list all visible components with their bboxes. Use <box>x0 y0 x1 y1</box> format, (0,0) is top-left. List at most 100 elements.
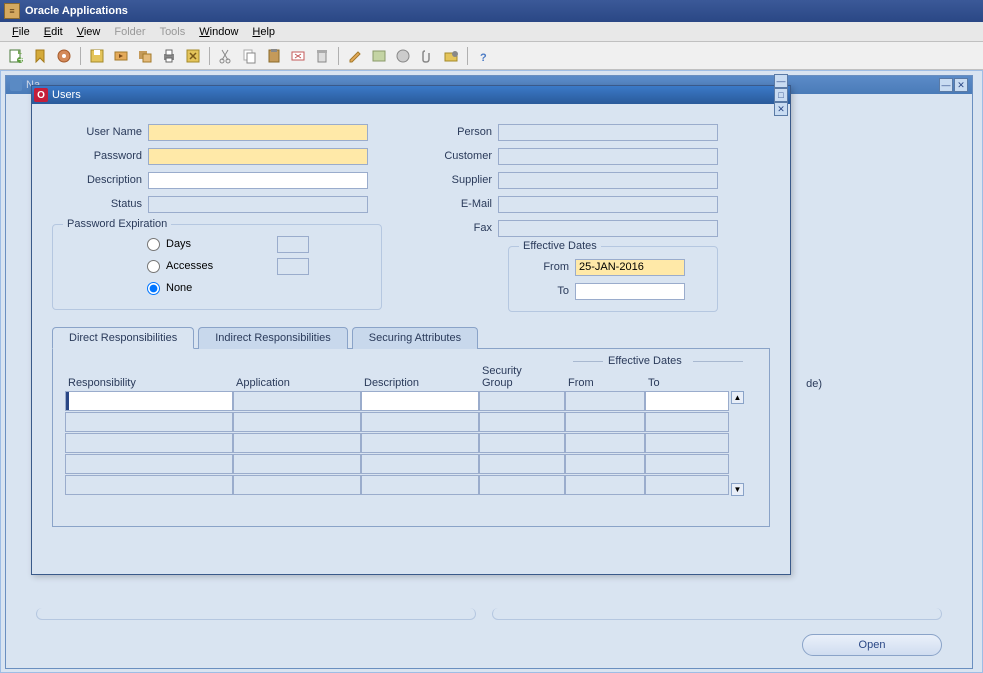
folder-tools-icon[interactable] <box>441 46 461 66</box>
paste-icon[interactable] <box>264 46 284 66</box>
from-cell[interactable] <box>565 433 645 453</box>
from-field[interactable] <box>575 259 685 276</box>
description-cell[interactable] <box>361 391 479 411</box>
switch-resp-icon[interactable] <box>135 46 155 66</box>
password-expiration-group: Password Expiration Days Accesses <box>52 224 382 310</box>
menu-edit[interactable]: Edit <box>38 24 69 40</box>
translations-icon[interactable] <box>393 46 413 66</box>
col-to-header: To <box>645 359 729 391</box>
to-cell[interactable] <box>645 433 729 453</box>
application-cell[interactable] <box>233 433 361 453</box>
delete-icon[interactable] <box>312 46 332 66</box>
from-cell[interactable] <box>565 391 645 411</box>
menu-window[interactable]: Window <box>193 24 244 40</box>
responsibility-cell[interactable] <box>65 454 233 474</box>
users-minimize-button[interactable]: — <box>774 74 788 88</box>
menu-help[interactable]: Help <box>246 24 281 40</box>
days-radio[interactable] <box>147 238 160 251</box>
to-cell[interactable] <box>645 412 729 432</box>
password-expiration-legend: Password Expiration <box>63 218 171 230</box>
next-step-icon[interactable] <box>111 46 131 66</box>
users-maximize-button[interactable]: □ <box>774 88 788 102</box>
status-field <box>148 196 368 213</box>
menu-tools: Tools <box>154 24 192 40</box>
from-cell[interactable] <box>565 454 645 474</box>
users-titlebar[interactable]: O Users — □ ✕ <box>32 86 790 104</box>
save-icon[interactable] <box>87 46 107 66</box>
application-cell[interactable] <box>233 412 361 432</box>
to-label: To <box>519 285 569 297</box>
application-cell[interactable] <box>233 475 361 495</box>
description-cell[interactable] <box>361 454 479 474</box>
oracle-icon: O <box>34 88 48 102</box>
attachments-icon[interactable] <box>417 46 437 66</box>
supplier-field[interactable] <box>498 172 718 189</box>
responsibility-cell[interactable] <box>65 433 233 453</box>
description-field[interactable] <box>148 172 368 189</box>
user-name-field[interactable] <box>148 124 368 141</box>
security-group-cell[interactable] <box>479 433 565 453</box>
to-field[interactable] <box>575 283 685 300</box>
application-cell[interactable] <box>233 391 361 411</box>
none-label: None <box>166 282 192 294</box>
from-cell[interactable] <box>565 475 645 495</box>
copy-icon[interactable] <box>240 46 260 66</box>
security-group-cell[interactable] <box>479 475 565 495</box>
tab-securing-attributes[interactable]: Securing Attributes <box>352 327 478 349</box>
tab-direct-responsibilities[interactable]: Direct Responsibilities <box>52 327 194 349</box>
effective-dates-group: Effective Dates From To <box>508 246 718 312</box>
user-name-label: User Name <box>52 126 142 138</box>
email-label: E-Mail <box>422 198 492 210</box>
password-field[interactable] <box>148 148 368 165</box>
days-value-field[interactable] <box>277 236 309 253</box>
person-field[interactable] <box>498 124 718 141</box>
col-responsibility-header: Responsibility <box>65 359 233 391</box>
print-icon[interactable] <box>159 46 179 66</box>
effective-dates-legend: Effective Dates <box>519 240 601 252</box>
security-group-cell[interactable] <box>479 412 565 432</box>
clear-record-icon[interactable] <box>288 46 308 66</box>
password-label: Password <box>52 150 142 162</box>
tab-indirect-responsibilities[interactable]: Indirect Responsibilities <box>198 327 348 349</box>
to-cell[interactable] <box>645 475 729 495</box>
users-close-button[interactable]: ✕ <box>774 102 788 116</box>
help-icon[interactable]: ? <box>474 46 494 66</box>
menu-view[interactable]: View <box>71 24 107 40</box>
security-group-cell[interactable] <box>479 454 565 474</box>
from-label: From <box>519 261 569 273</box>
to-cell[interactable] <box>645 391 729 411</box>
minimize-button[interactable]: — <box>939 78 953 92</box>
new-icon[interactable]: + <box>6 46 26 66</box>
zoom-icon[interactable] <box>369 46 389 66</box>
customer-field[interactable] <box>498 148 718 165</box>
nav-icon[interactable] <box>54 46 74 66</box>
none-radio[interactable] <box>147 282 160 295</box>
scroll-down-button[interactable]: ▼ <box>731 483 744 496</box>
email-field[interactable] <box>498 196 718 213</box>
col-application-header: Application <box>233 359 361 391</box>
close-form-icon[interactable] <box>183 46 203 66</box>
responsibility-cell[interactable] <box>65 475 233 495</box>
cut-icon[interactable] <box>216 46 236 66</box>
find-icon[interactable] <box>30 46 50 66</box>
description-cell[interactable] <box>361 412 479 432</box>
java-icon: ≡ <box>4 3 20 19</box>
accesses-value-field[interactable] <box>277 258 309 275</box>
menu-file[interactable]: File <box>6 24 36 40</box>
accesses-radio[interactable] <box>147 260 160 273</box>
menu-folder: Folder <box>108 24 151 40</box>
responsibility-cell[interactable] <box>65 412 233 432</box>
security-group-cell[interactable] <box>479 391 565 411</box>
days-label: Days <box>166 238 191 250</box>
description-cell[interactable] <box>361 475 479 495</box>
responsibility-cell[interactable] <box>65 391 233 411</box>
edit-field-icon[interactable] <box>345 46 365 66</box>
close-button[interactable]: ✕ <box>954 78 968 92</box>
fax-field[interactable] <box>498 220 718 237</box>
description-cell[interactable] <box>361 433 479 453</box>
application-cell[interactable] <box>233 454 361 474</box>
to-cell[interactable] <box>645 454 729 474</box>
open-button[interactable]: Open <box>802 634 942 656</box>
from-cell[interactable] <box>565 412 645 432</box>
scroll-up-button[interactable]: ▲ <box>731 391 744 404</box>
